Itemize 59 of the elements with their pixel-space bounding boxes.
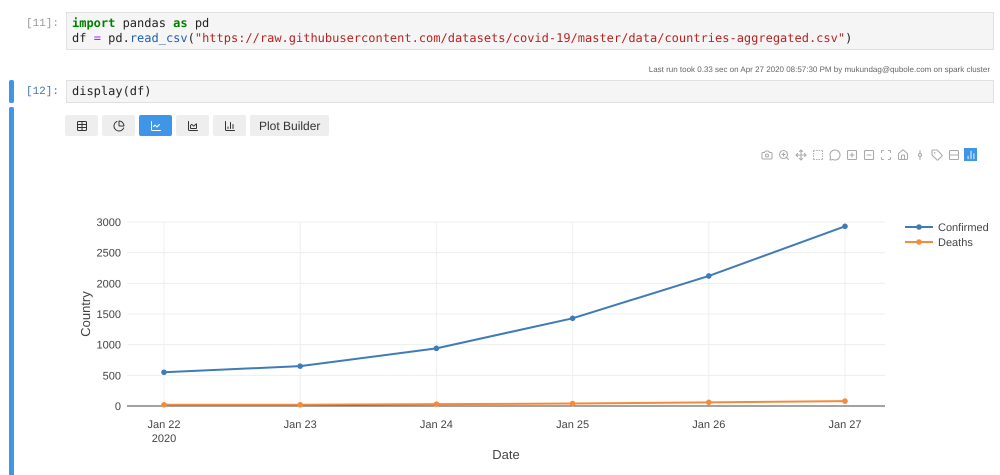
home-icon[interactable] — [896, 148, 909, 161]
line-chart-icon — [150, 120, 162, 132]
legend-label[interactable]: Confirmed — [938, 222, 989, 234]
data-point — [570, 316, 576, 322]
zoom-in-icon[interactable] — [845, 148, 858, 161]
data-point — [434, 346, 440, 352]
lasso-icon[interactable] — [828, 148, 841, 161]
y-tick-label: 2000 — [96, 278, 121, 290]
code-cell[interactable]: import pandas as pd df = pd.read_csv("https://raw.githubusercontent.com/datasets/covid-19/master/data/countries-aggregated.csv") — [66, 12, 994, 50]
pie-chart-icon — [112, 120, 124, 132]
x-tick-label: Jan 26 — [692, 419, 726, 431]
y-tick-label: 1000 — [96, 340, 121, 352]
data-point — [434, 401, 440, 407]
data-point — [161, 402, 167, 408]
data-point — [706, 400, 712, 406]
stacked-bars-icon[interactable] — [947, 148, 960, 161]
y-axis-title: Country — [78, 291, 93, 337]
zoom-icon[interactable] — [777, 148, 790, 161]
code-line: import pandas as pd — [72, 16, 210, 31]
x-tick-label: Jan 27 — [828, 419, 862, 431]
y-tick-label: 1500 — [96, 309, 121, 321]
tag-icon[interactable] — [930, 148, 943, 161]
code-cell[interactable]: display(df) — [66, 80, 994, 103]
x-tick-label: Jan 25 — [556, 419, 590, 431]
pie-view-button[interactable] — [102, 115, 135, 136]
camera-icon[interactable] — [760, 148, 773, 161]
x-axis-title: Date — [492, 447, 520, 462]
box-select-icon[interactable] — [811, 148, 824, 161]
autoscale-icon[interactable] — [879, 148, 892, 161]
x-tick-label: Jan 24 — [420, 419, 453, 431]
bar-chart-logo-icon[interactable] — [964, 148, 977, 161]
bar-view-button[interactable] — [213, 115, 246, 136]
data-point — [842, 224, 848, 230]
data-point — [297, 402, 303, 408]
data-point — [297, 363, 303, 369]
zoom-out-icon[interactable] — [862, 148, 875, 161]
x-tick-label: Jan 23 — [284, 419, 317, 431]
data-point — [161, 369, 167, 376]
data-point — [570, 400, 576, 406]
table-view-button[interactable] — [65, 115, 98, 136]
cell-prompt: [11]: — [24, 17, 60, 30]
table-icon — [76, 120, 88, 132]
y-tick-label: 500 — [102, 370, 121, 382]
code-line: df = pd.read_csv("https://raw.githubusercontent.com/datasets/covid-19/master/data/countries-aggregated.csv") — [72, 31, 854, 46]
bar-chart-icon — [224, 120, 236, 132]
run-info-text: Last run took 0.33 sec on Apr 27 2020 08:57:30 PM by mukundag@qubole.com on spark cluster — [648, 64, 991, 76]
cell-prompt: [12]: — [24, 85, 60, 98]
pan-icon[interactable] — [794, 148, 807, 161]
x-tick-label: Jan 22 2020 — [147, 419, 181, 445]
data-point — [706, 273, 712, 279]
legend-label[interactable]: Deaths — [938, 237, 973, 249]
area-chart-icon — [186, 120, 198, 132]
y-tick-label: 3000 — [96, 217, 121, 229]
y-tick-label: 2500 — [96, 248, 121, 260]
plot-builder-button[interactable]: Plot Builder — [250, 115, 330, 136]
y-tick-label: 0 — [114, 401, 121, 413]
data-point — [842, 398, 848, 404]
code-line: display(df) — [72, 84, 152, 99]
area-view-button[interactable] — [176, 115, 209, 136]
